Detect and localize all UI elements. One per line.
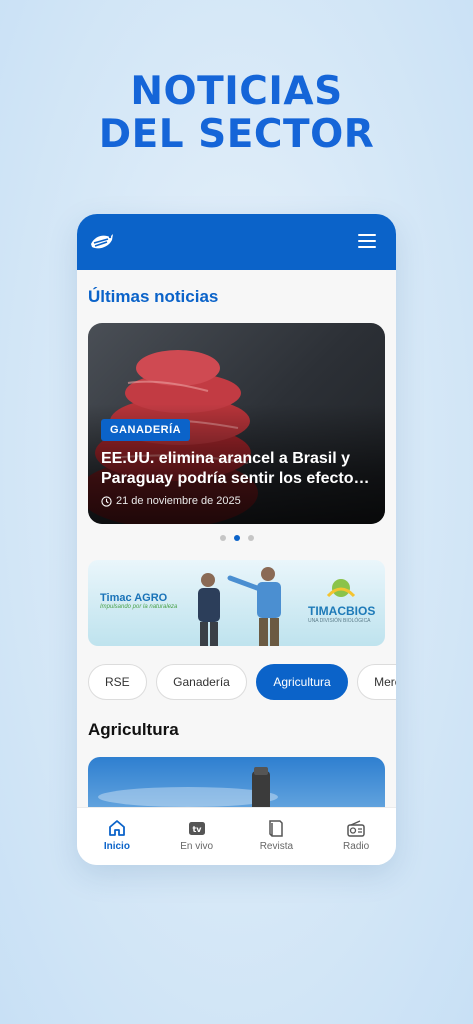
radio-icon [347, 820, 365, 837]
brand-right-tagline: UNA DIVISIÓN BIOLÓGICA [308, 618, 371, 624]
sponsor-banner[interactable]: Timac AGRO Impulsando por la naturaleza … [88, 560, 385, 646]
featured-title-line-2: Paraguay podría sentir los efectos e... [101, 470, 376, 487]
phone-frame: Últimas noticias GANADERÍA EE.UU. elimin… [77, 214, 396, 865]
category-chips: RSE Ganadería Agricultura Mercad [88, 664, 396, 700]
carousel-dot-active[interactable] [233, 535, 240, 541]
banner-people-image [198, 567, 356, 646]
nav-label: Revista [259, 841, 294, 852]
nav-revista[interactable]: Revista [237, 808, 317, 865]
tv-icon: tv [188, 822, 205, 835]
nav-label: Radio [343, 841, 370, 852]
chip-agricultura[interactable]: Agricultura [256, 664, 348, 700]
promo-line-1: NOTICIAS [130, 69, 343, 114]
featured-news-date: 21 de noviembre de 2025 [101, 495, 241, 507]
app-bar [77, 214, 396, 270]
nav-radio[interactable]: Radio [316, 808, 396, 865]
carousel-dot[interactable] [219, 535, 226, 541]
chip-rse[interactable]: RSE [88, 664, 147, 700]
nav-label: En vivo [180, 841, 214, 852]
chip-ganaderia[interactable]: Ganadería [156, 664, 247, 700]
bottom-navigation: Inicio tv En vivo Revista Radio [77, 807, 396, 865]
book-icon [269, 820, 284, 837]
featured-news-card[interactable]: GANADERÍA EE.UU. elimina arancel a Brasi… [88, 323, 385, 524]
promo-line-2: DEL SECTOR [98, 112, 375, 157]
home-icon [108, 820, 125, 836]
brand-logo-icon[interactable] [88, 228, 116, 256]
promo-headline: NOTICIAS DEL SECTOR [0, 70, 473, 156]
nav-en-vivo[interactable]: tv En vivo [157, 808, 237, 865]
timacbios-logo: TIMACBIOS UNA DIVISIÓN BIOLÓGICA [308, 604, 375, 624]
chip-mercado[interactable]: Mercad [357, 664, 396, 700]
hamburger-menu-icon[interactable] [358, 234, 376, 248]
nav-label: Inicio [103, 841, 130, 852]
carousel-indicator [77, 535, 396, 541]
category-badge[interactable]: GANADERÍA [101, 419, 191, 441]
clock-icon [101, 495, 112, 507]
featured-title-line-1: EE.UU. elimina arancel a Brasil y [101, 450, 351, 467]
category-section-title: Agricultura [88, 720, 179, 739]
svg-text:tv: tv [192, 825, 202, 834]
nav-inicio[interactable]: Inicio [77, 808, 157, 865]
latest-news-title: Últimas noticias [88, 287, 219, 306]
date-text: 21 de noviembre de 2025 [116, 495, 241, 507]
carousel-dot[interactable] [247, 535, 254, 541]
featured-news-title: EE.UU. elimina arancel a Brasil y Paragu… [101, 449, 376, 489]
brand-right-name: TIMACBIOS [308, 604, 376, 618]
